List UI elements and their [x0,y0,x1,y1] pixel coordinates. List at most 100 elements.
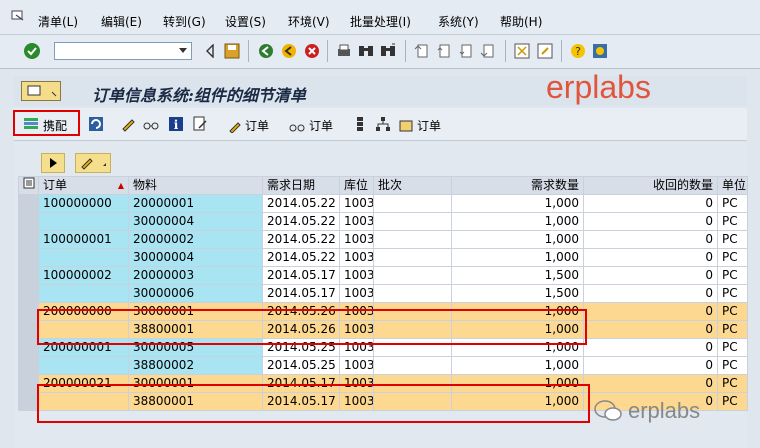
cell-unit: PC [717,212,748,231]
chevron-down-icon[interactable] [179,48,187,53]
previous-page-icon[interactable] [434,41,454,61]
match-button[interactable]: 携配 [13,110,80,136]
table-row[interactable]: 38800001 2014.05.26 1003 1,000 0 PC [18,320,748,339]
cell-batch [373,356,452,375]
watermark-wechat: erplabs [594,398,700,424]
cell-req-qty: 1,500 [451,266,584,285]
menu-icon[interactable] [11,10,25,22]
page-title: 订单信息系统:组件的细节清单 [92,86,306,105]
next-page-icon[interactable] [456,41,476,61]
refresh-icon[interactable] [86,114,106,134]
menu-system[interactable]: 系统(Y) [438,15,479,29]
back-icon[interactable] [256,41,276,61]
table-row[interactable]: 100000000 20000001 2014.05.22 1003 1,000 0 PC [18,194,748,213]
cell-material: 30000001 [128,374,263,393]
menu-edit[interactable]: 编辑(E) [101,15,142,29]
row-selector[interactable] [18,356,39,375]
row-selector[interactable] [18,248,39,267]
toolbar-separator [327,40,328,62]
row-selector[interactable] [18,392,39,411]
col-unit[interactable]: 单位 [717,176,748,195]
cell-material: 20000003 [128,266,263,285]
table-row[interactable]: 30000004 2014.05.22 1003 1,000 0 PC [18,248,748,267]
row-selector[interactable] [18,338,39,357]
help-icon[interactable]: ? [568,41,588,61]
menu-goto[interactable]: 转到(G) [163,15,206,29]
table-row[interactable]: 30000006 2014.05.17 1003 1,500 0 PC [18,284,748,303]
table-row[interactable]: 100000002 20000003 2014.05.17 1003 1,500 0 PC [18,266,748,285]
enter-icon[interactable] [22,41,42,61]
cell-material: 30000001 [128,302,263,321]
info-icon[interactable]: i [166,114,186,134]
cell-date: 2014.05.26 [262,320,340,339]
row-selector[interactable] [18,374,39,393]
row-selector[interactable] [18,284,39,303]
row-selector[interactable] [18,320,39,339]
row-selector[interactable] [18,212,39,231]
network-icon[interactable] [373,114,393,134]
expand-button[interactable] [41,153,65,173]
cell-date: 2014.05.22 [262,230,340,249]
col-requirement-date[interactable]: 需求日期 [262,176,340,195]
title-menu-button[interactable] [21,81,61,101]
col-storage-location[interactable]: 库位 [339,176,374,195]
glasses-icon[interactable] [141,114,161,134]
col-material[interactable]: 物料 [128,176,263,195]
row-selector[interactable] [18,266,39,285]
col-withdrawn-qty[interactable]: 收回的数量 [583,176,718,195]
table-row[interactable]: 38800002 2014.05.25 1003 1,000 0 PC [18,356,748,375]
watermark-wechat-text: erplabs [628,398,701,423]
cell-storage: 1003 [339,248,374,267]
document-edit-icon[interactable] [190,114,210,134]
cell-withdrawn-qty: 0 [583,320,718,339]
cell-storage: 1003 [339,302,374,321]
table-row[interactable]: 100000001 20000002 2014.05.22 1003 1,000 0 PC [18,230,748,249]
find-icon[interactable] [356,41,376,61]
menu-list[interactable]: 清单(L) [38,15,78,29]
cell-batch [373,194,452,213]
menu-help[interactable]: 帮助(H) [500,15,542,29]
cell-order: 100000000 [38,194,129,213]
find-next-icon[interactable] [378,41,398,61]
order-button-3[interactable]: 订单 [398,117,441,134]
pencil-icon[interactable] [118,114,138,134]
save-icon[interactable] [222,41,242,61]
select-all-icon[interactable] [18,176,39,195]
table-row[interactable]: 30000004 2014.05.22 1003 1,000 0 PC [18,212,748,231]
cancel-icon[interactable] [302,41,322,61]
new-session-icon[interactable] [512,41,532,61]
table-row[interactable]: 200000001 30000005 2014.05.25 1003 1,000 0 PC [18,338,748,357]
layout-select-button[interactable] [75,153,111,173]
cell-req-qty: 1,000 [451,302,584,321]
col-order[interactable]: 订单 ▲ [38,176,129,195]
cell-withdrawn-qty: 0 [583,212,718,231]
back-arrow-icon[interactable] [200,41,220,61]
cell-batch [373,338,452,357]
menu-batch[interactable]: 批量处理(I) [350,15,411,29]
command-field[interactable] [54,42,192,60]
row-selector[interactable] [18,302,39,321]
row-selector[interactable] [18,230,39,249]
menu-environment[interactable]: 环境(V) [288,15,330,29]
cell-unit: PC [717,248,748,267]
cell-order: 100000001 [38,230,129,249]
order-button-2[interactable]: 订单 [288,117,333,134]
cell-storage: 1003 [339,338,374,357]
col-requirement-qty[interactable]: 需求数量 [451,176,584,195]
print-icon[interactable] [334,41,354,61]
hierarchy-icon[interactable] [350,114,370,134]
shortcut-icon[interactable] [535,41,555,61]
cell-req-qty: 1,000 [451,230,584,249]
first-page-icon[interactable] [412,41,432,61]
exit-icon[interactable] [279,41,299,61]
order-button-1[interactable]: 订单 [228,117,269,134]
col-batch[interactable]: 批次 [373,176,452,195]
customize-layout-icon[interactable] [590,41,610,61]
table-row[interactable]: 200000000 30000001 2014.05.26 1003 1,000 0 PC [18,302,748,321]
last-page-icon[interactable] [478,41,498,61]
watermark-erplabs: erplabs [546,69,651,105]
table-row[interactable]: 200000021 30000001 2014.05.17 1003 1,000 0 PC [18,374,748,393]
row-selector[interactable] [18,194,39,213]
cell-batch [373,284,452,303]
menu-settings[interactable]: 设置(S) [225,15,266,29]
